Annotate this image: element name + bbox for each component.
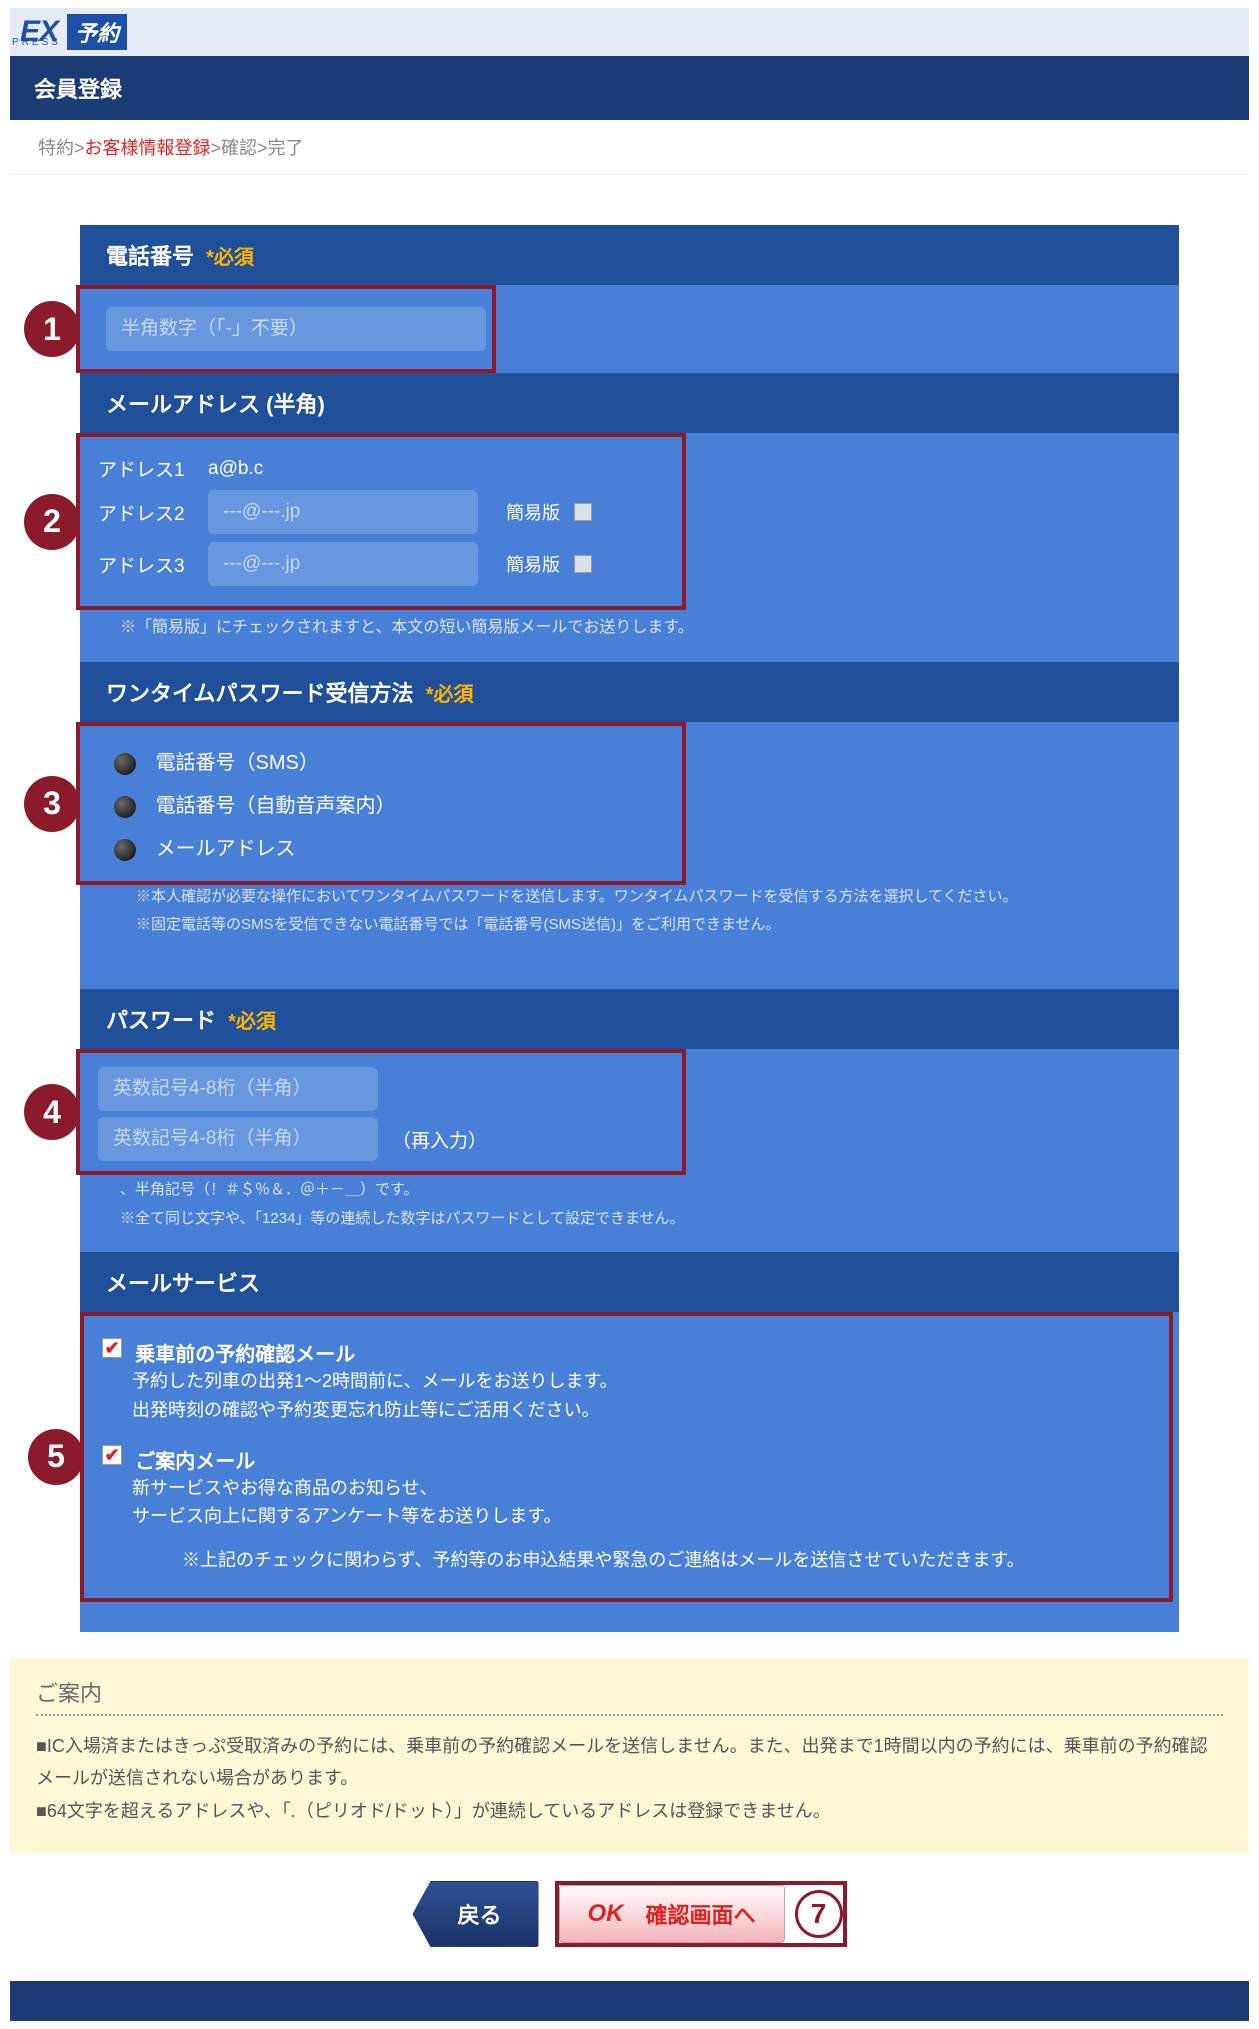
required-badge: *必須 [206, 247, 254, 269]
step-annotation-5: 5 [28, 1429, 84, 1485]
top-bar: EX PRESS 予約 [10, 8, 1249, 56]
step-annotation-2: 2 [24, 494, 80, 550]
info-mail-title: ご案内メール [135, 1451, 255, 1473]
radio-icon [114, 796, 136, 818]
pre-boarding-mail-checkbox[interactable]: ✔ [102, 1338, 122, 1358]
address3-simple-label: 簡易版 [506, 551, 560, 577]
password-confirm-input[interactable] [98, 1117, 378, 1161]
breadcrumb-step-1: 特約 [38, 138, 74, 158]
step-annotation-1: 1 [24, 301, 80, 357]
breadcrumb-step-2-active: お客様情報登録 [85, 138, 211, 158]
otp-note-1: ※本人確認が必要な操作においてワンタイムパスワードを送信します。ワンタイムパスワ… [136, 885, 1153, 909]
section-header-phone: 電話番号 *必須 [80, 225, 1179, 285]
page-title: 会員登録 [10, 56, 1249, 120]
guide-title: ご案内 [36, 1676, 1223, 1708]
step-annotation-3: 3 [24, 776, 80, 832]
step-annotation-4: 4 [24, 1084, 80, 1140]
address1-value: a@b.c [208, 458, 263, 480]
address2-simple-label: 簡易版 [506, 499, 560, 525]
section-header-mailservice: メールサービス [80, 1252, 1179, 1312]
info-mail-checkbox[interactable]: ✔ [102, 1445, 122, 1465]
pre-boarding-mail-desc-1: 予約した列車の出発1〜2時間前に、メールをお送りします。 [132, 1367, 1159, 1396]
info-mail-desc-2: サービス向上に関するアンケート等をお送りします。 [132, 1502, 1159, 1531]
password-note-1: 、半角記号（！＃＄％＆．＠＋－＿）です。 [120, 1179, 1139, 1202]
pre-boarding-mail-desc-2: 出発時刻の確認や予約変更忘れ防止等にご活用ください。 [132, 1396, 1159, 1425]
address2-simple-checkbox[interactable] [574, 503, 592, 521]
section-header-otp: ワンタイムパスワード受信方法 *必須 [80, 662, 1179, 722]
confirm-button-outline: OK 確認画面へ 7 [555, 1881, 847, 1947]
section-header-password: パスワード *必須 [80, 989, 1179, 1049]
pre-boarding-mail-title: 乗車前の予約確認メール [135, 1344, 355, 1366]
required-badge: *必須 [426, 684, 474, 706]
otp-option-email[interactable]: メールアドレス [114, 832, 682, 861]
address2-label: アドレス2 [98, 499, 194, 526]
otp-note-2: ※固定電話等のSMSを受信できない電話番号では「電話番号(SMS送信)」をご利用… [136, 913, 1153, 937]
section-header-email: メールアドレス (半角) [80, 373, 1179, 433]
guide-panel: ご案内 ■IC入場済またはきっぷ受取済みの予約には、乗車前の予約確認メールを送信… [10, 1658, 1249, 1853]
back-button[interactable]: 戻る [412, 1881, 538, 1947]
address2-input[interactable] [208, 490, 478, 534]
otp-option-sms[interactable]: 電話番号（SMS） [114, 746, 682, 775]
address1-label: アドレス1 [98, 455, 194, 482]
radio-icon [114, 839, 136, 861]
otp-option-auto-voice[interactable]: 電話番号（自動音声案内） [114, 789, 682, 818]
ok-label: OK [588, 1900, 624, 1928]
step-annotation-7: 7 [795, 1890, 843, 1938]
email-note: ※「簡易版」にチェックされますと、本文の短い簡易版メールでお送りします。 [120, 616, 1139, 640]
breadcrumb-step-4: 完了 [268, 138, 304, 158]
info-mail-desc-1: 新サービスやお得な商品のお知らせ、 [132, 1474, 1159, 1503]
breadcrumb: 特約>お客様情報登録>確認>完了 [10, 120, 1249, 175]
password-reenter-label: （再入力） [392, 1126, 487, 1153]
breadcrumb-step-3: 確認 [221, 138, 257, 158]
address3-label: アドレス3 [98, 551, 194, 578]
phone-input[interactable] [106, 307, 486, 351]
radio-icon [114, 753, 136, 775]
required-badge: *必須 [228, 1011, 276, 1033]
address3-simple-checkbox[interactable] [574, 555, 592, 573]
confirm-button[interactable]: OK 確認画面へ [559, 1885, 785, 1943]
logo-yoyaku-badge: 予約 [67, 14, 127, 50]
password-note-2: ※全て同じ文字や、「1234」等の連続した数字はパスワードとして設定できません。 [120, 1208, 1139, 1231]
footer-bar [10, 1981, 1249, 2021]
logo-press-text: PRESS [12, 37, 61, 48]
password-input[interactable] [98, 1067, 378, 1111]
guide-divider [36, 1714, 1223, 1716]
guide-line-1: ■IC入場済またはきっぷ受取済みの予約には、乗車前の予約確認メールを送信しません… [36, 1730, 1223, 1795]
logo: EX PRESS 予約 [20, 14, 171, 50]
guide-line-2: ■64文字を超えるアドレスや、「.（ピリオド/ドット）」が連続しているアドレスは… [36, 1795, 1223, 1827]
confirm-label: 確認画面へ [646, 1898, 756, 1930]
address3-input[interactable] [208, 542, 478, 586]
mailservice-note: ※上記のチェックに関わらず、予約等のお申込結果や緊急のご連絡はメールを送信させて… [182, 1545, 1149, 1576]
